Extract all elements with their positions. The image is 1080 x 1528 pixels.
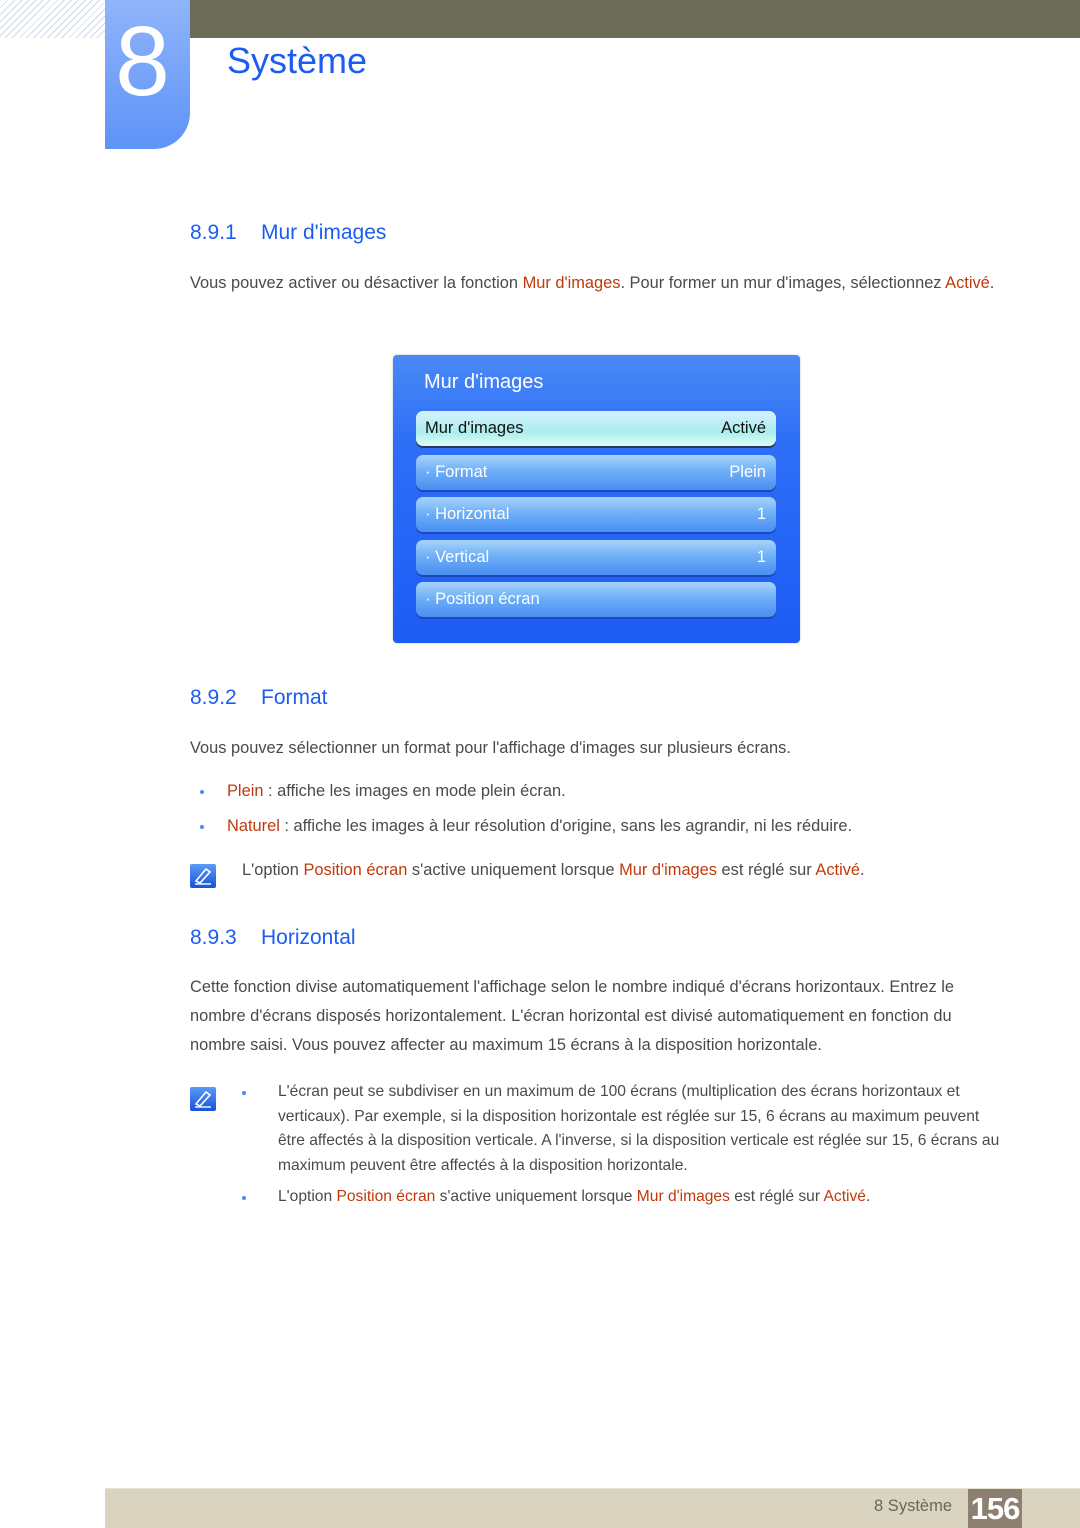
- osd-item-format[interactable]: · Format Plein: [416, 455, 776, 490]
- text: s'active uniquement lorsque: [407, 861, 620, 879]
- section-heading-horizontal: 8.9.3 Horizontal: [190, 926, 356, 950]
- text: L'option: [278, 1188, 337, 1205]
- osd-item-label: · Horizontal: [425, 505, 510, 523]
- osd-menu-screenshot: Mur d'images Mur d'images Activé · Forma…: [393, 355, 800, 643]
- decorative-hatch: [0, 0, 105, 38]
- osd-item-horizontal[interactable]: · Horizontal 1: [416, 497, 776, 532]
- highlight-position-ecran: Position écran: [303, 861, 408, 879]
- note-pencil-icon: [190, 864, 216, 888]
- format-intro: Vous pouvez sélectionner un format pour …: [190, 739, 791, 757]
- note-text: L'écran peut se subdiviser en un maximum…: [278, 1083, 1000, 1174]
- text: est réglé sur: [729, 1188, 824, 1205]
- bullet-icon: [242, 1196, 246, 1200]
- note-pencil-icon: [190, 1087, 216, 1111]
- format-options-list: Plein : affiche les images en mode plein…: [190, 780, 852, 850]
- osd-item-vertical[interactable]: · Vertical 1: [416, 540, 776, 575]
- section-title: Mur d'images: [261, 221, 387, 244]
- bullet-icon: [200, 790, 204, 794]
- text: .: [860, 861, 865, 879]
- horizontal-notes-list: L'écran peut se subdiviser en un maximum…: [242, 1080, 1007, 1217]
- text: L'option: [242, 861, 304, 879]
- footer-chapter-label: 8 Système: [874, 1497, 952, 1515]
- text: .: [865, 1188, 871, 1205]
- highlight-mur-dimages: Mur d'images: [619, 861, 717, 879]
- bullet-icon: [200, 825, 204, 829]
- osd-item-value: Activé: [721, 419, 766, 437]
- option-term: Naturel: [227, 817, 280, 835]
- option-description: : affiche les images en mode plein écran…: [263, 782, 566, 800]
- text: est réglé sur: [717, 861, 816, 879]
- section-number: 8.9.1: [190, 221, 237, 244]
- osd-item-label: · Format: [425, 463, 488, 481]
- osd-item-label: · Position écran: [425, 590, 540, 608]
- list-item: Plein : affiche les images en mode plein…: [190, 780, 852, 802]
- osd-item-value: Plein: [729, 463, 766, 481]
- highlight-active: Activé: [815, 861, 861, 879]
- format-note: L'option Position écran s'active uniquem…: [242, 861, 865, 880]
- text: .: [989, 274, 995, 292]
- highlight-active: Activé: [945, 274, 990, 292]
- section-number: 8.9.3: [190, 926, 237, 949]
- bullet-icon: [242, 1091, 246, 1095]
- horizontal-intro: Cette fonction divise automatiquement l'…: [190, 978, 955, 1054]
- list-item: L'écran peut se subdiviser en un maximum…: [242, 1080, 1007, 1178]
- list-item: Naturel : affiche les images à leur réso…: [190, 815, 852, 837]
- chapter-number: 8: [115, 6, 170, 116]
- osd-menu-title: Mur d'images: [424, 371, 544, 393]
- section-heading-format: 8.9.2 Format: [190, 686, 328, 710]
- highlight-mur-dimages: Mur d'images: [636, 1188, 730, 1205]
- chapter-tab: 8: [105, 0, 190, 149]
- header-bar: [190, 0, 1080, 38]
- option-term: Plein: [227, 782, 264, 800]
- highlight-position-ecran: Position écran: [336, 1188, 436, 1205]
- text: s'active uniquement lorsque: [435, 1188, 637, 1205]
- section-title: Format: [261, 686, 328, 709]
- osd-item-value: 1: [756, 505, 766, 523]
- text: Vous pouvez activer ou désactiver la fon…: [190, 274, 523, 292]
- osd-item-label: Mur d'images: [425, 419, 524, 437]
- osd-item-label: · Vertical: [425, 548, 490, 566]
- osd-item-position-ecran[interactable]: · Position écran: [416, 582, 776, 617]
- osd-item-value: 1: [756, 548, 766, 566]
- highlight-mur-dimages: Mur d'images: [522, 274, 621, 292]
- section-title: Horizontal: [261, 926, 356, 949]
- highlight-active: Activé: [823, 1188, 866, 1205]
- page-number: 156: [968, 1489, 1022, 1528]
- list-item: L'option Position écran s'active uniquem…: [242, 1185, 1007, 1210]
- option-description: : affiche les images à leur résolution d…: [279, 817, 853, 835]
- chapter-title: Système: [227, 40, 368, 81]
- section-number: 8.9.2: [190, 686, 237, 709]
- mur-dimages-intro: Vous pouvez activer ou désactiver la fon…: [190, 269, 1010, 298]
- osd-item-mur-dimages[interactable]: Mur d'images Activé: [416, 411, 776, 446]
- section-heading-mur-dimages: 8.9.1 Mur d'images: [190, 221, 386, 245]
- text: . Pour former un mur d'images, sélection…: [620, 274, 946, 292]
- page-footer: 8 Système 156: [105, 1488, 1080, 1528]
